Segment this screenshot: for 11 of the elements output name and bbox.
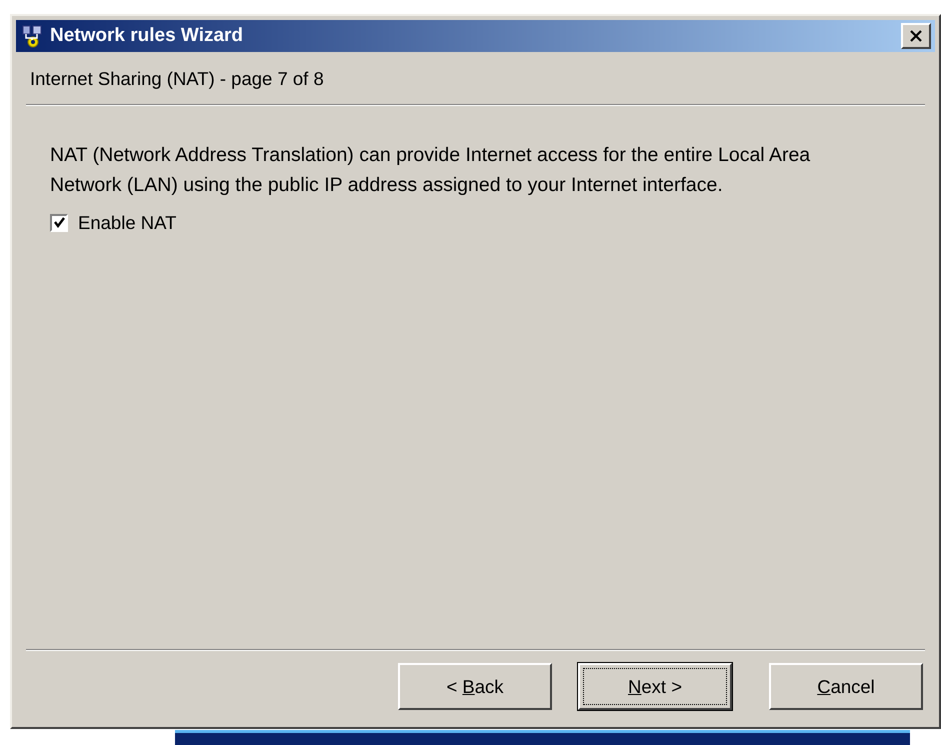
close-icon bbox=[909, 30, 923, 42]
network-gear-icon bbox=[20, 24, 44, 48]
window-title: Network rules Wizard bbox=[50, 25, 244, 47]
page-subtitle: Internet Sharing (NAT) - page 7 of 8 bbox=[29, 67, 325, 91]
close-button[interactable] bbox=[901, 23, 931, 49]
wizard-button[interactable]: < Back bbox=[398, 663, 552, 710]
description-text: NAT (Network Address Translation) can provide Internet access for the entire Local Area Network (LAN) using the public IP address assigned to your Internet interface. bbox=[50, 143, 812, 198]
checkbox-label[interactable]: Enable NAT bbox=[78, 212, 176, 234]
wizard-button[interactable]: Next > bbox=[578, 663, 732, 710]
wizard-button[interactable]: Cancel bbox=[769, 663, 923, 710]
checkbox[interactable] bbox=[50, 214, 68, 232]
